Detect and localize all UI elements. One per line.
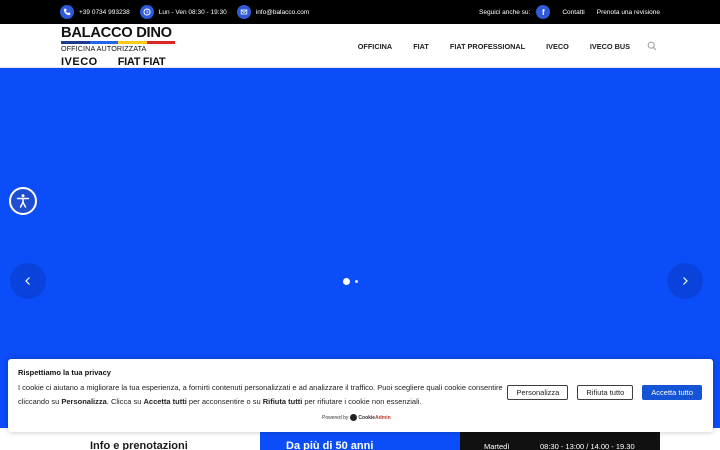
reject-all-button[interactable]: Rifiuta tutto xyxy=(577,385,634,400)
nav-item-officina[interactable]: OFFICINA xyxy=(358,42,392,51)
nav-item-fiat[interactable]: FIAT xyxy=(413,42,429,51)
hours-day: Martedì xyxy=(484,442,510,450)
site-logo[interactable]: BALACCO DINO OFFICINA AUTORIZZATA IVECO … xyxy=(61,24,179,68)
main-nav: OFFICINA FIAT FIAT PROFESSIONAL IVECO IV… xyxy=(337,24,657,68)
chevron-left-icon xyxy=(25,277,30,285)
customize-button[interactable]: Personalizza xyxy=(507,385,569,400)
slider-dot-active[interactable] xyxy=(343,278,350,285)
fiat-logo: FIAT FIAT xyxy=(117,56,166,68)
revision-link[interactable]: Prenota una revisione xyxy=(597,9,660,16)
info-heading: Info e prenotazioni xyxy=(90,440,188,450)
opening-hours: Lun - Ven 08:30 - 19:30 xyxy=(139,5,227,19)
site-header: BALACCO DINO OFFICINA AUTORIZZATA IVECO … xyxy=(0,24,720,68)
facebook-icon[interactable]: f xyxy=(536,5,551,19)
hours-range: 08:30 - 13:00 / 14.00 - 19.30 xyxy=(540,442,635,450)
hours-text: Lun - Ven 08:30 - 19:30 xyxy=(158,8,227,16)
search-icon[interactable] xyxy=(647,41,657,51)
cookie-banner: Rispettiamo la tua privacy I cookie ci a… xyxy=(8,359,713,432)
email-address: info@balacco.com xyxy=(255,8,310,16)
nav-item-iveco[interactable]: IVECO xyxy=(546,42,569,51)
slider-dot[interactable] xyxy=(355,280,358,283)
mail-icon xyxy=(236,5,251,19)
slider-prev-button[interactable] xyxy=(10,263,46,299)
accessibility-icon xyxy=(16,194,30,208)
logo-brands: IVECO FIAT FIAT xyxy=(61,56,179,68)
cookie-title: Rispettiamo la tua privacy xyxy=(18,368,111,377)
nav-item-fiat-professional[interactable]: FIAT PROFESSIONAL xyxy=(450,42,525,51)
iveco-logo: IVECO xyxy=(61,56,98,68)
follow-label: Seguici anche su: xyxy=(479,8,531,16)
cookieadmin-icon xyxy=(350,414,358,421)
contacts-link[interactable]: Contatti xyxy=(562,9,584,16)
nav-item-iveco-bus[interactable]: IVECO BUS xyxy=(590,42,630,51)
cookie-buttons: Personalizza Rifiuta tutto Accetta tutto xyxy=(498,385,702,400)
accept-all-button[interactable]: Accetta tutto xyxy=(642,385,702,400)
email-contact[interactable]: info@balacco.com xyxy=(236,5,310,19)
powered-by[interactable]: Powered by Cookie Admin xyxy=(322,414,391,421)
phone-contact[interactable]: +39 0734 993238 xyxy=(60,5,130,19)
logo-subtitle: OFFICINA AUTORIZZATA xyxy=(61,44,147,53)
cookieadmin-logo: Cookie Admin xyxy=(350,414,391,421)
slider-next-button[interactable] xyxy=(667,263,703,299)
clock-icon xyxy=(139,5,154,19)
cookie-text: I cookie ci aiutano a migliorare la tua … xyxy=(18,383,503,406)
accessibility-button[interactable] xyxy=(9,187,37,215)
phone-icon xyxy=(60,5,74,19)
phone-number: +39 0734 993238 xyxy=(79,8,130,16)
top-bar: +39 0734 993238 Lun - Ven 08:30 - 19:30 … xyxy=(0,0,720,24)
chevron-right-icon xyxy=(683,277,688,285)
years-heading: Da più di 50 anni xyxy=(286,440,374,450)
logo-title: BALACCO DINO xyxy=(61,24,172,41)
slider-dots xyxy=(343,278,358,285)
